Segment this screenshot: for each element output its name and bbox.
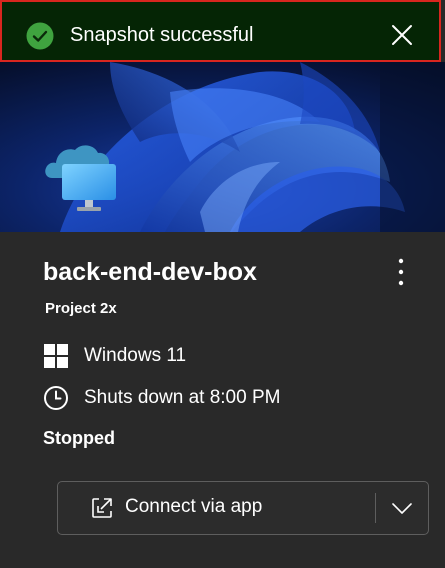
connect-split-button: Connect via app [57, 481, 429, 535]
chevron-down-icon [392, 503, 412, 514]
os-label: Windows 11 [84, 345, 187, 366]
os-row: Windows 11 [43, 343, 186, 369]
connect-options-dropdown[interactable] [376, 482, 428, 534]
toast-message: Snapshot successful [70, 24, 254, 46]
connect-via-app-button[interactable]: Connect via app [58, 482, 374, 534]
more-vertical-icon[interactable] [390, 256, 412, 288]
schedule-row: Shuts down at 8:00 PM [43, 385, 280, 411]
windows-icon [44, 344, 68, 368]
schedule-label: Shuts down at 8:00 PM [84, 387, 281, 408]
clock-icon [44, 386, 68, 410]
connect-label: Connect via app [125, 496, 263, 517]
dev-box-card: Snapshot successful back-end-dev-box Pro… [0, 0, 445, 568]
dev-box-title: back-end-dev-box [43, 258, 257, 286]
snapshot-toast: Snapshot successful [0, 0, 441, 62]
close-icon[interactable] [389, 22, 415, 48]
check-circle-icon [26, 22, 54, 50]
status-label: Stopped [43, 428, 115, 448]
project-name: Project 2x [45, 300, 117, 317]
dev-box-icon [45, 145, 116, 211]
open-external-icon [92, 498, 112, 518]
